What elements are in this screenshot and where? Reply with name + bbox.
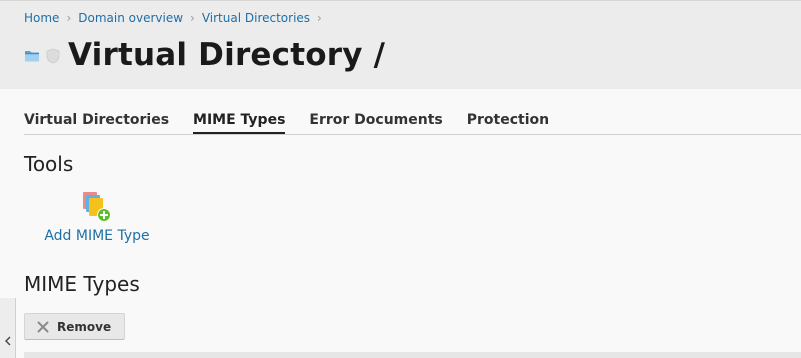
add-mime-type-icon (83, 192, 111, 222)
mime-types-section-title: MIME Types (24, 272, 140, 296)
tab-virtual-directories[interactable]: Virtual Directories (24, 110, 169, 134)
remove-button-label: Remove (57, 319, 112, 334)
tabs-divider (24, 134, 801, 135)
tab-mime-types[interactable]: MIME Types (193, 110, 286, 134)
chevron-left-icon (5, 336, 11, 346)
add-mime-type-button[interactable]: Add MIME Type (44, 190, 150, 244)
tab-error-documents[interactable]: Error Documents (309, 110, 442, 134)
add-mime-type-label: Add MIME Type (44, 228, 150, 244)
shield-icon (46, 48, 60, 64)
chevron-right-icon: › (190, 11, 195, 25)
page-title: Virtual Directory / (68, 37, 386, 73)
breadcrumb: Home › Domain overview › Virtual Directo… (24, 10, 329, 26)
breadcrumb-virtual-directories[interactable]: Virtual Directories (202, 11, 310, 25)
title-row: Virtual Directory / (24, 33, 385, 77)
folder-icon (25, 51, 39, 62)
chevron-right-icon: › (317, 11, 322, 25)
page-header: Home › Domain overview › Virtual Directo… (0, 0, 801, 89)
sidebar-toggle[interactable] (0, 298, 16, 358)
tab-protection[interactable]: Protection (467, 110, 549, 134)
remove-icon (37, 321, 49, 332)
tools-section-title: Tools (24, 152, 74, 176)
chevron-right-icon: › (66, 11, 72, 25)
breadcrumb-home[interactable]: Home (24, 11, 59, 25)
breadcrumb-domain-overview[interactable]: Domain overview (78, 11, 183, 25)
tab-bar: Virtual Directories MIME Types Error Doc… (24, 110, 573, 136)
mime-types-list-header (24, 352, 801, 358)
remove-button[interactable]: Remove (24, 313, 125, 340)
